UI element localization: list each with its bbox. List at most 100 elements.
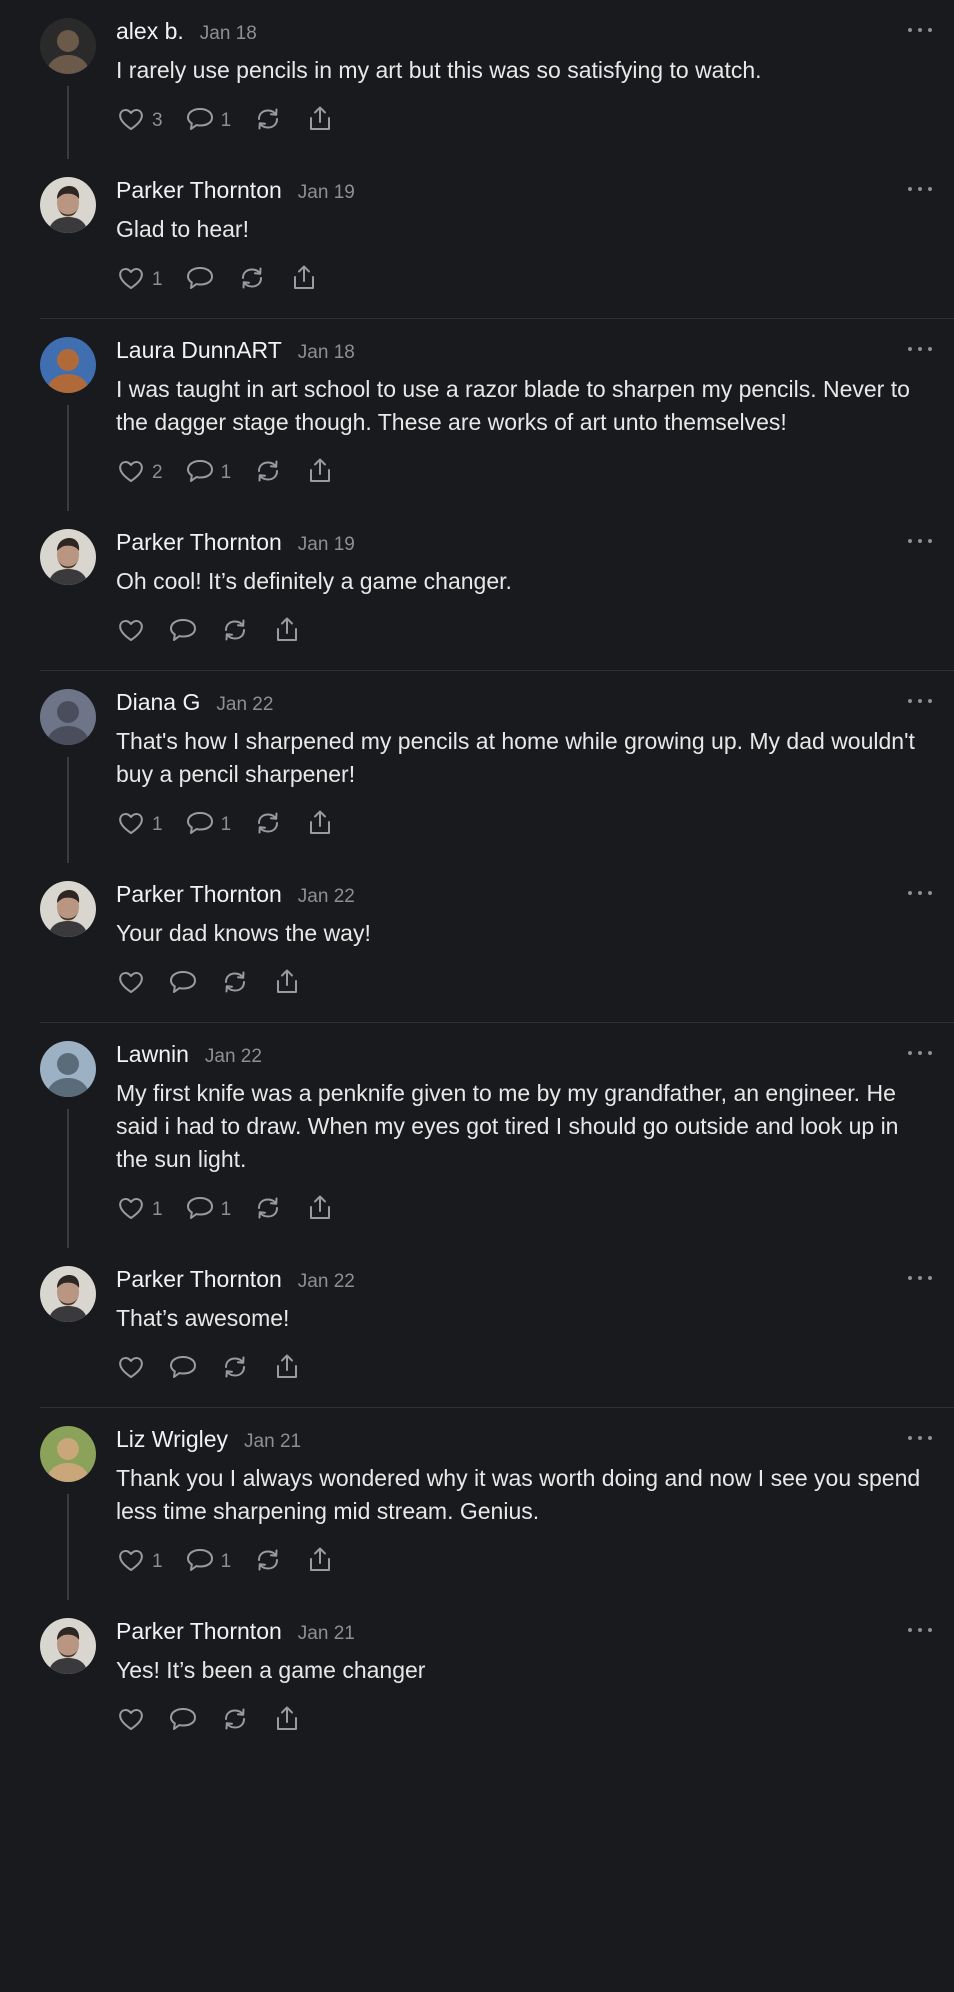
more-icon[interactable] (908, 689, 932, 713)
avatar[interactable] (40, 1266, 96, 1322)
repost-button[interactable] (237, 263, 267, 298)
author-name[interactable]: Liz Wrigley (116, 1426, 228, 1453)
repost-button[interactable] (253, 808, 283, 843)
heart-icon (116, 1352, 146, 1387)
repost-button[interactable] (253, 1193, 283, 1228)
heart-icon (116, 104, 146, 139)
share-button[interactable] (272, 1352, 302, 1387)
post-header: Parker Thornton Jan 19 (116, 529, 932, 559)
avatar[interactable] (40, 881, 96, 937)
repost-button[interactable] (253, 104, 283, 139)
avatar[interactable] (40, 337, 96, 393)
more-icon[interactable] (908, 18, 932, 42)
more-icon[interactable] (908, 337, 932, 361)
more-icon[interactable] (908, 529, 932, 553)
post-date: Jan 19 (297, 182, 355, 203)
avatar[interactable] (40, 1618, 96, 1674)
reply-button[interactable]: 1 (185, 1545, 231, 1580)
reply-button[interactable] (168, 967, 198, 1002)
share-button[interactable] (305, 456, 335, 491)
post-actions (116, 1353, 932, 1385)
heart-icon (116, 456, 146, 491)
author-name[interactable]: Parker Thornton (116, 1618, 282, 1645)
more-icon[interactable] (908, 881, 932, 905)
post-date: Jan 19 (297, 534, 355, 555)
like-button[interactable] (116, 1704, 146, 1739)
reply-button[interactable] (168, 1352, 198, 1387)
like-button[interactable]: 1 (116, 263, 163, 298)
reply-count: 1 (220, 814, 232, 835)
avatar[interactable] (40, 1041, 96, 1097)
post-header: Diana G Jan 22 (116, 689, 932, 719)
repost-button[interactable] (253, 1545, 283, 1580)
more-icon[interactable] (908, 1426, 932, 1450)
heart-icon (116, 615, 146, 650)
comment-icon (185, 456, 215, 491)
repost-button[interactable] (220, 1704, 250, 1739)
avatar[interactable] (40, 689, 96, 745)
author-name[interactable]: Lawnin (116, 1041, 189, 1068)
share-button[interactable] (272, 615, 302, 650)
reply-button[interactable]: 1 (185, 1193, 231, 1228)
share-button[interactable] (305, 1193, 335, 1228)
share-button[interactable] (289, 263, 319, 298)
like-count: 1 (152, 269, 163, 290)
reply-button[interactable]: 1 (185, 808, 232, 843)
like-button[interactable]: 2 (116, 456, 163, 491)
post-text: That's how I sharpened my pencils at hom… (116, 728, 915, 787)
comment: alex b. Jan 18 I rarely use pencils in my … (40, 0, 954, 159)
comment-feed: alex b. Jan 18 I rarely use pencils in my … (0, 0, 954, 1759)
avatar[interactable] (40, 18, 96, 74)
share-button[interactable] (272, 1704, 302, 1739)
reply-button[interactable] (185, 263, 215, 298)
post-header: Parker Thornton Jan 19 (116, 177, 932, 207)
repost-button[interactable] (220, 967, 250, 1002)
author-name[interactable]: Parker Thornton (116, 881, 282, 908)
share-button[interactable] (305, 1545, 335, 1580)
share-button[interactable] (305, 808, 335, 843)
repost-button[interactable] (220, 1352, 250, 1387)
like-button[interactable]: 1 (116, 1193, 163, 1228)
repost-button[interactable] (220, 615, 250, 650)
like-button[interactable]: 1 (116, 1545, 163, 1580)
share-icon (305, 1193, 335, 1228)
reply-button[interactable]: 1 (185, 456, 232, 491)
reply-button[interactable] (168, 1704, 198, 1739)
post-date: Jan 22 (297, 886, 355, 907)
avatar[interactable] (40, 1426, 96, 1482)
like-button[interactable]: 3 (116, 104, 163, 139)
share-icon (305, 1545, 335, 1580)
like-button[interactable] (116, 967, 146, 1002)
more-icon[interactable] (908, 1618, 932, 1642)
share-button[interactable] (305, 104, 335, 139)
author-name[interactable]: Parker Thornton (116, 529, 282, 556)
post-header: alex b. Jan 18 (116, 18, 932, 48)
author-name[interactable]: Parker Thornton (116, 1266, 282, 1293)
reply-button[interactable]: 1 (185, 104, 231, 139)
avatar[interactable] (40, 177, 96, 233)
more-icon[interactable] (908, 1266, 932, 1290)
reply: Parker Thornton Jan 19 Oh cool! It’s defin… (40, 511, 954, 670)
more-icon[interactable] (908, 1041, 932, 1065)
reply-count: 1 (220, 462, 232, 483)
share-icon (272, 1352, 302, 1387)
comment-thread: Diana G Jan 22 That's how I sharpened my p… (40, 671, 954, 1023)
like-button[interactable] (116, 1352, 146, 1387)
reply-button[interactable] (168, 615, 198, 650)
like-button[interactable]: 1 (116, 808, 163, 843)
author-name[interactable]: Laura DunnART (116, 337, 282, 364)
like-button[interactable] (116, 615, 146, 650)
share-button[interactable] (272, 967, 302, 1002)
author-name[interactable]: alex b. (116, 18, 184, 45)
post-text: Your dad knows the way! (116, 920, 371, 946)
avatar[interactable] (40, 529, 96, 585)
repost-button[interactable] (253, 456, 283, 491)
repost-icon (220, 1352, 250, 1387)
author-name[interactable]: Diana G (116, 689, 200, 716)
author-name[interactable]: Parker Thornton (116, 177, 282, 204)
more-icon[interactable] (908, 177, 932, 201)
heart-icon (116, 1193, 146, 1228)
heart-icon (116, 808, 146, 843)
comment-icon (168, 967, 198, 1002)
heart-icon (116, 1545, 146, 1580)
